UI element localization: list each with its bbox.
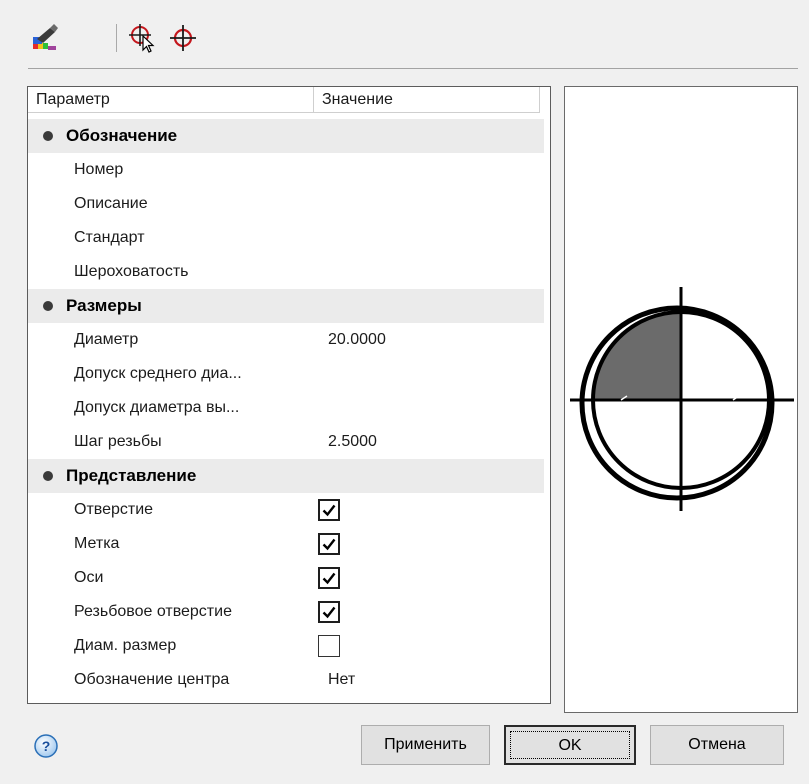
property-row-mark[interactable]: Метка: [28, 527, 550, 561]
hole-checkbox[interactable]: [318, 499, 340, 521]
property-grid: Параметр Значение Обозначение Номер Опис…: [27, 86, 551, 704]
grid-header: Параметр Значение: [28, 87, 550, 115]
threaded-hole-checkbox[interactable]: [318, 601, 340, 623]
ok-button[interactable]: OK: [504, 725, 636, 765]
checkmark-icon: [322, 504, 336, 517]
preview-pane: [564, 86, 798, 713]
property-label: Стандарт: [74, 229, 145, 246]
property-label: Допуск диаметра вы...: [74, 399, 240, 416]
toolbar-divider: [28, 68, 798, 69]
property-label: Шаг резьбы: [74, 433, 162, 450]
diameter-dimension-checkbox[interactable]: [318, 635, 340, 657]
property-value[interactable]: 2.5000: [328, 425, 377, 459]
property-label: Метка: [74, 535, 120, 552]
property-label: Шероховатость: [74, 263, 189, 280]
property-row-description[interactable]: Описание: [28, 187, 550, 221]
help-glyph: ?: [42, 738, 51, 754]
cursor-select-icon[interactable]: [126, 18, 160, 58]
cancel-button[interactable]: Отмена: [650, 725, 784, 765]
property-row-hole[interactable]: Отверстие: [28, 493, 550, 527]
property-row-diameter[interactable]: Диаметр 20.0000: [28, 323, 550, 357]
column-header-filler: [540, 87, 550, 113]
help-icon[interactable]: ?: [34, 734, 58, 758]
toolbar: [28, 18, 228, 58]
property-row-center-mark[interactable]: Обозначение центра Нет: [28, 663, 550, 697]
mark-checkbox[interactable]: [318, 533, 340, 555]
ok-button-label: OK: [558, 737, 582, 754]
column-header-value[interactable]: Значение: [314, 87, 540, 113]
category-label: Размеры: [66, 296, 142, 315]
property-label: Диам. размер: [74, 637, 177, 654]
threaded-hole-preview: [570, 287, 794, 511]
axes-checkbox[interactable]: [318, 567, 340, 589]
property-label: Обозначение центра: [74, 671, 230, 688]
toolbar-separator: [116, 24, 117, 52]
column-header-param[interactable]: Параметр: [28, 87, 314, 113]
checkmark-icon: [322, 572, 336, 585]
crosshair-icon[interactable]: [166, 18, 200, 58]
property-row-diameter-dimension[interactable]: Диам. размер: [28, 629, 550, 663]
property-row-diameter-tolerance[interactable]: Допуск диаметра вы...: [28, 391, 550, 425]
property-label: Резьбовое отверстие: [74, 603, 232, 620]
property-label: Оси: [74, 569, 104, 586]
property-row-roughness[interactable]: Шероховатость: [28, 255, 550, 289]
property-row-pitch-diameter-tolerance[interactable]: Допуск среднего диа...: [28, 357, 550, 391]
category-label: Обозначение: [66, 126, 178, 145]
category-designation[interactable]: Обозначение: [28, 119, 544, 153]
checkmark-icon: [322, 538, 336, 551]
category-representation[interactable]: Представление: [28, 459, 544, 493]
category-bullet-icon: [43, 471, 53, 481]
category-bullet-icon: [43, 301, 53, 311]
property-label: Номер: [74, 161, 124, 178]
apply-button[interactable]: Применить: [361, 725, 490, 765]
category-dimensions[interactable]: Размеры: [28, 289, 544, 323]
property-label: Диаметр: [74, 331, 139, 348]
property-row-thread-pitch[interactable]: Шаг резьбы 2.5000: [28, 425, 550, 459]
checkmark-icon: [322, 606, 336, 619]
property-row-axes[interactable]: Оси: [28, 561, 550, 595]
category-label: Представление: [66, 466, 197, 485]
property-row-threaded-hole[interactable]: Резьбовое отверстие: [28, 595, 550, 629]
brush-color-icon[interactable]: [28, 18, 62, 58]
property-label: Отверстие: [74, 501, 154, 518]
category-bullet-icon: [43, 131, 53, 141]
property-row-number[interactable]: Номер: [28, 153, 550, 187]
property-row-standard[interactable]: Стандарт: [28, 221, 550, 255]
center-mark-value[interactable]: Нет: [328, 663, 355, 697]
property-label: Описание: [74, 195, 148, 212]
property-value[interactable]: 20.0000: [328, 323, 386, 357]
property-label: Допуск среднего диа...: [74, 365, 242, 382]
